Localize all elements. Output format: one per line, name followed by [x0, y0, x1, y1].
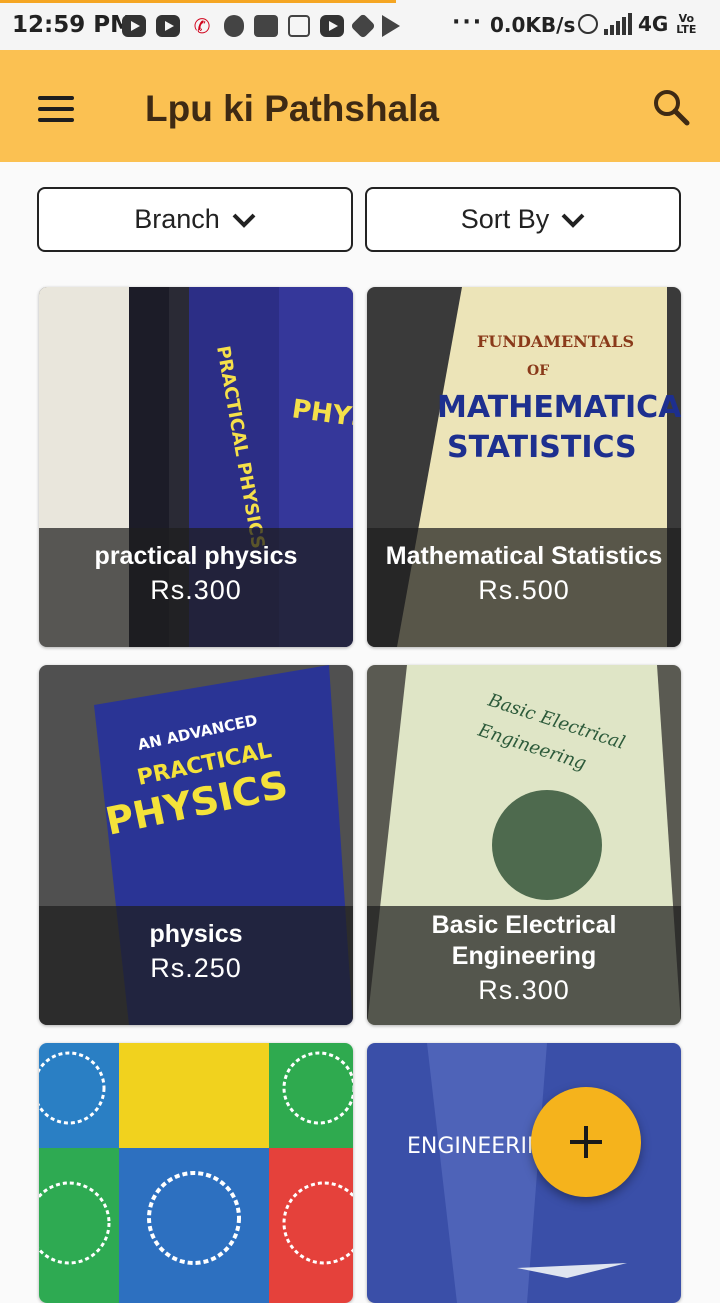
listing-info-overlay: Mathematical Statistics Rs.500	[367, 528, 681, 647]
chevron-down-icon	[232, 213, 256, 228]
status-bar: 12:59 PM ✆ ··· 0.0KB/s 4G Vo LTE	[0, 0, 720, 50]
listing-price: Rs.500	[478, 575, 570, 605]
svg-text:FUNDAMENTALS: FUNDAMENTALS	[477, 332, 634, 351]
listing-card[interactable]: FUNDAMENTALS OF MATHEMATICAL STATISTICS …	[367, 287, 681, 647]
listing-info-overlay: Basic Electrical Engineering Rs.300	[367, 906, 681, 1025]
network-speed: 0.0KB/s	[490, 13, 576, 37]
svg-text:MATHEMATICAL: MATHEMATICAL	[437, 390, 681, 425]
listing-title: Mathematical Statistics	[385, 542, 663, 570]
signal-icon	[604, 13, 632, 35]
listing-price: Rs.300	[478, 975, 570, 1005]
notification-icons: ✆	[122, 12, 400, 40]
hamburger-menu-icon[interactable]	[38, 96, 74, 122]
network-type: 4G	[638, 12, 669, 36]
book-cover-image	[39, 1043, 353, 1303]
branch-filter-button[interactable]: Branch	[37, 187, 353, 252]
listing-card[interactable]: Basic Electrical Engineering Basic Elect…	[367, 665, 681, 1025]
listing-info-overlay: practical physics Rs.300	[39, 528, 353, 647]
message-icon	[254, 15, 278, 37]
sort-by-label: Sort By	[460, 204, 550, 234]
svg-text:OF: OF	[527, 363, 549, 379]
listing-price: Rs.250	[150, 953, 242, 983]
download-progress-bar	[0, 0, 396, 3]
listing-price: Rs.300	[150, 575, 242, 605]
calendar-icon	[288, 15, 310, 37]
listing-title: physics	[149, 920, 243, 948]
play-store-icon	[382, 15, 400, 37]
listing-card[interactable]: ENGINEERING MECH	[367, 1043, 681, 1303]
status-time: 12:59 PM	[12, 12, 133, 38]
alarm-off-icon	[578, 14, 598, 34]
listing-card[interactable]: AN ADVANCED PRACTICAL PHYSICS physics Rs…	[39, 665, 353, 1025]
app-title: Lpu ki Pathshala	[145, 88, 440, 129]
youtube-icon	[320, 15, 344, 37]
listing-title: practical physics	[94, 542, 298, 570]
listing-card[interactable]	[39, 1043, 353, 1303]
listing-title: Basic Electrical Engineering	[431, 911, 617, 970]
pen-icon	[350, 13, 376, 39]
svg-text:STATISTICS: STATISTICS	[447, 430, 637, 465]
missed-call-icon: ✆	[193, 14, 211, 38]
search-icon[interactable]	[652, 88, 690, 126]
avatar-notification-icon	[224, 15, 244, 37]
book-cover-image: ENGINEERING MECH	[367, 1043, 681, 1303]
listing-card[interactable]: PRACTICAL PHYSICS PHYS practical physics…	[39, 287, 353, 647]
youtube-icon	[156, 15, 180, 37]
more-notifications-dots: ···	[452, 10, 484, 35]
volte-indicator: Vo LTE	[676, 12, 697, 36]
sort-by-button[interactable]: Sort By	[365, 187, 681, 252]
add-listing-button[interactable]	[531, 1087, 641, 1197]
plus-icon	[570, 1126, 602, 1158]
branch-filter-label: Branch	[134, 204, 220, 234]
status-right-icons: 4G Vo LTE	[578, 12, 698, 36]
chevron-down-icon	[561, 213, 585, 228]
listing-info-overlay: physics Rs.250	[39, 906, 353, 1025]
youtube-icon	[122, 15, 146, 37]
